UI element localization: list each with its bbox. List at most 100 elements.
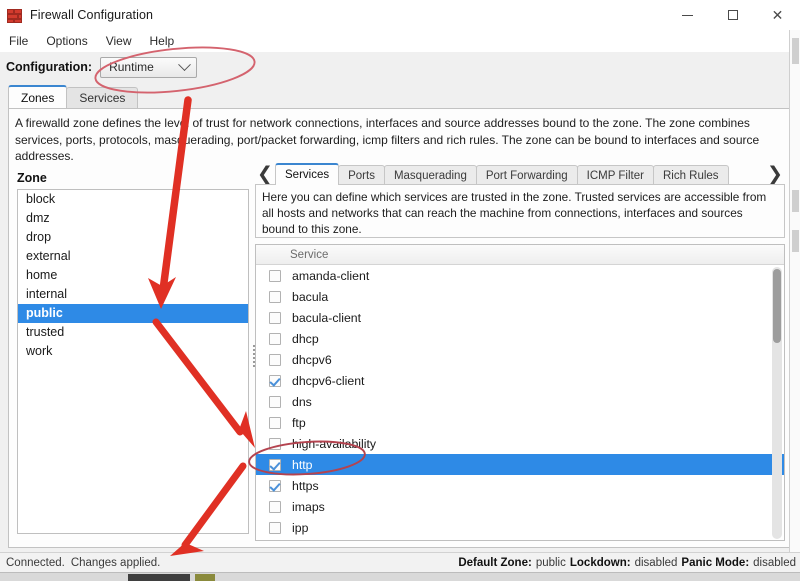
service-row-ftp[interactable]: ftp: [256, 412, 784, 433]
status-changes: Changes applied.: [70, 556, 161, 569]
tab-ports[interactable]: Ports: [338, 165, 385, 185]
zone-item-work[interactable]: work: [18, 342, 248, 361]
services-list-scrollbar-thumb[interactable]: [773, 269, 781, 343]
service-label: bacula-client: [292, 310, 362, 325]
service-label: high-availability: [292, 436, 377, 451]
status-panic-value: disabled: [753, 556, 796, 569]
service-row-https[interactable]: https: [256, 475, 784, 496]
menu-item-file[interactable]: File: [0, 32, 37, 50]
tab-masquerading[interactable]: Masquerading: [383, 165, 477, 185]
service-label: amanda-client: [292, 268, 370, 283]
firewall-brick-icon: [7, 7, 23, 23]
service-label: dhcpv6: [292, 352, 332, 367]
service-checkbox-ipp[interactable]: [269, 521, 281, 534]
maximize-button[interactable]: [710, 0, 755, 30]
close-icon: ✕: [771, 6, 784, 23]
tab-services[interactable]: Services: [66, 87, 139, 108]
service-checkbox-imaps[interactable]: [269, 500, 281, 513]
service-row-amanda-client[interactable]: amanda-client: [256, 265, 784, 286]
tab-services-detail[interactable]: Services: [275, 163, 340, 185]
scroll-left-icon[interactable]: ❮: [255, 163, 275, 185]
tab-icmp-filter[interactable]: ICMP Filter: [576, 165, 654, 185]
status-right-group: Default Zone: public Lockdown: disabled …: [458, 557, 796, 569]
firewall-configuration-window: Firewall Configuration ✕ File Options Vi…: [0, 0, 800, 581]
service-row-imaps[interactable]: imaps: [256, 496, 784, 517]
zone-item-trusted[interactable]: trusted: [18, 323, 248, 342]
service-checkbox-amanda-client[interactable]: [269, 269, 281, 282]
service-checkbox-bacula-client[interactable]: [269, 311, 281, 324]
service-label: dhcpv6-client: [292, 373, 365, 388]
service-checkbox-https[interactable]: [269, 479, 281, 492]
zone-item-internal[interactable]: internal: [18, 285, 248, 304]
main-tab-bar: Zones Services: [8, 85, 139, 108]
zone-item-block[interactable]: block: [18, 190, 248, 209]
service-label: bacula: [292, 289, 329, 304]
taskbar-window-button-2[interactable]: [195, 574, 215, 581]
service-row-high-availability[interactable]: high-availability: [256, 433, 784, 454]
status-default-zone-label: Default Zone:: [458, 556, 532, 569]
service-checkbox-http[interactable]: [269, 458, 281, 471]
status-connection: Connected.: [6, 556, 65, 569]
service-checkbox-high-availability[interactable]: [269, 437, 281, 450]
service-checkbox-bacula[interactable]: [269, 290, 281, 303]
minimize-icon: [682, 14, 693, 16]
scroll-right-icon[interactable]: ❯: [765, 163, 785, 185]
service-row-dhcpv6-client[interactable]: dhcpv6-client: [256, 370, 784, 391]
services-description: Here you can define which services are t…: [262, 190, 767, 236]
service-checkbox-ftp[interactable]: [269, 416, 281, 429]
tab-port-forwarding[interactable]: Port Forwarding: [475, 165, 578, 185]
zones-panel: A firewalld zone defines the level of tr…: [8, 108, 792, 548]
desktop-taskbar: [0, 572, 800, 581]
menu-item-help[interactable]: Help: [141, 32, 184, 50]
status-panic-label: Panic Mode:: [681, 556, 750, 569]
zone-list-heading: Zone: [17, 171, 47, 185]
background-window-edge: [789, 30, 800, 552]
taskbar-window-button[interactable]: [128, 574, 190, 581]
services-list[interactable]: Service amanda-client bacula bacula-clie…: [255, 244, 785, 541]
services-description-box: Here you can define which services are t…: [255, 184, 785, 238]
service-row-bacula[interactable]: bacula: [256, 286, 784, 307]
service-row-dns[interactable]: dns: [256, 391, 784, 412]
zone-item-dmz[interactable]: dmz: [18, 209, 248, 228]
status-lockdown-label: Lockdown:: [569, 556, 631, 569]
close-button[interactable]: ✕: [755, 0, 800, 30]
status-bar: Connected. Changes applied. Default Zone…: [0, 552, 800, 572]
zone-list[interactable]: block dmz drop external home internal pu…: [17, 189, 249, 534]
service-label: ipp: [292, 520, 309, 535]
sub-tab-bar: ❮ Services Ports Masquerading Port Forwa…: [255, 161, 785, 185]
service-label: https: [292, 478, 319, 493]
service-row-http[interactable]: http: [256, 454, 784, 475]
service-checkbox-dhcpv6[interactable]: [269, 353, 281, 366]
service-label: dhcp: [292, 331, 319, 346]
service-label: ftp: [292, 415, 306, 430]
service-row-dhcp[interactable]: dhcp: [256, 328, 784, 349]
zone-item-drop[interactable]: drop: [18, 228, 248, 247]
zone-item-external[interactable]: external: [18, 247, 248, 266]
service-checkbox-dns[interactable]: [269, 395, 281, 408]
tab-zones[interactable]: Zones: [8, 85, 68, 108]
zone-item-public[interactable]: public: [18, 304, 248, 323]
service-checkbox-dhcpv6-client[interactable]: [269, 374, 281, 387]
service-row-ipp[interactable]: ipp: [256, 517, 784, 538]
zone-description: A firewalld zone defines the level of tr…: [15, 116, 760, 163]
configuration-label: Configuration:: [6, 60, 93, 74]
minimize-button[interactable]: [665, 0, 710, 30]
zone-item-home[interactable]: home: [18, 266, 248, 285]
menu-bar: File Options View Help: [0, 30, 800, 52]
service-row-dhcpv6[interactable]: dhcpv6: [256, 349, 784, 370]
services-column-header: Service: [256, 245, 784, 265]
service-row-ipp-client[interactable]: ipp-client: [256, 538, 784, 540]
service-label: imaps: [292, 499, 325, 514]
maximize-icon: [727, 10, 738, 20]
title-bar: Firewall Configuration ✕: [0, 0, 800, 31]
tab-rich-rules[interactable]: Rich Rules: [652, 165, 729, 185]
menu-item-view[interactable]: View: [97, 32, 141, 50]
service-checkbox-dhcp[interactable]: [269, 332, 281, 345]
services-list-scrollbar[interactable]: [772, 267, 782, 539]
window-title: Firewall Configuration: [30, 8, 154, 22]
status-lockdown-value: disabled: [634, 556, 678, 569]
service-row-bacula-client[interactable]: bacula-client: [256, 307, 784, 328]
service-label: dns: [292, 394, 312, 409]
menu-item-options[interactable]: Options: [37, 32, 96, 50]
configuration-runtime-dropdown[interactable]: Runtime: [100, 56, 198, 78]
